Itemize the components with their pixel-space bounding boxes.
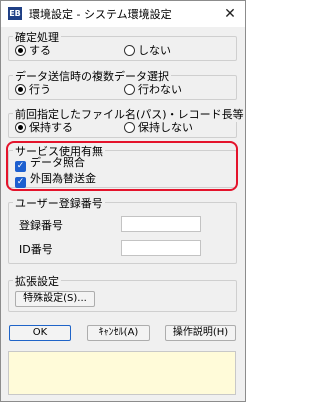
- prev-file-option-keep[interactable]: 保持する: [15, 121, 73, 134]
- data-send-option-yes[interactable]: 行う: [15, 83, 51, 96]
- window-title: 環境設定 - システム環境設定: [29, 8, 172, 21]
- kakutei-option-yes[interactable]: する: [15, 44, 51, 57]
- prev-file-group-title: 前回指定したファイル名(パス)・レコード長等: [13, 106, 245, 122]
- id-no-label: ID番号: [19, 243, 53, 256]
- settings-window: EB 環境設定 - システム環境設定 ✕ 確定処理 する しない データ送信時の…: [0, 0, 246, 402]
- dialog-body: 確定処理 する しない データ送信時の複数データ選択 行う 行わない 前回指定し…: [1, 27, 245, 401]
- extension-group-title: 拡張設定: [13, 273, 61, 289]
- prev-file-group: 前回指定したファイル名(パス)・レコード長等 保持する 保持しない: [8, 106, 245, 138]
- radio-selected-icon: [15, 45, 26, 56]
- radio-unselected-icon: [124, 84, 135, 95]
- data-send-group-title: データ送信時の複数データ選択: [13, 68, 171, 84]
- data-send-option-yes-label: 行う: [29, 83, 51, 96]
- user-reg-group-title: ユーザー登録番号: [13, 195, 105, 211]
- special-settings-button[interactable]: 特殊設定(S)...: [15, 291, 95, 307]
- kakutei-option-no-label: しない: [138, 44, 171, 57]
- radio-unselected-icon: [124, 122, 135, 133]
- message-area: [8, 351, 236, 395]
- radio-selected-icon: [15, 122, 26, 133]
- kakutei-group-title: 確定処理: [13, 29, 61, 45]
- id-no-input[interactable]: [121, 240, 201, 256]
- cancel-button[interactable]: ｷｬﾝｾﾙ(A): [87, 325, 150, 341]
- close-button[interactable]: ✕: [219, 4, 241, 24]
- kakutei-option-yes-label: する: [29, 44, 51, 57]
- extension-group: 拡張設定 特殊設定(S)...: [8, 273, 237, 312]
- kakutei-option-no[interactable]: しない: [124, 44, 171, 57]
- data-send-option-no[interactable]: 行わない: [124, 83, 182, 96]
- reg-no-input[interactable]: [121, 216, 201, 232]
- prev-file-option-discard-label: 保持しない: [138, 121, 193, 134]
- title-bar: EB 環境設定 - システム環境設定 ✕: [1, 1, 245, 27]
- highlight-annotation: [6, 141, 238, 191]
- reg-no-label: 登録番号: [19, 219, 63, 232]
- radio-unselected-icon: [124, 45, 135, 56]
- ok-button[interactable]: OK: [9, 325, 71, 341]
- user-reg-group: ユーザー登録番号 登録番号 ID番号: [8, 195, 237, 264]
- app-logo-icon: EB: [8, 7, 22, 20]
- help-button[interactable]: 操作説明(H): [165, 325, 236, 341]
- data-send-option-no-label: 行わない: [138, 83, 182, 96]
- data-send-group: データ送信時の複数データ選択 行う 行わない: [8, 68, 237, 100]
- prev-file-option-discard[interactable]: 保持しない: [124, 121, 193, 134]
- radio-selected-icon: [15, 84, 26, 95]
- prev-file-option-keep-label: 保持する: [29, 121, 73, 134]
- kakutei-group: 確定処理 する しない: [8, 29, 237, 61]
